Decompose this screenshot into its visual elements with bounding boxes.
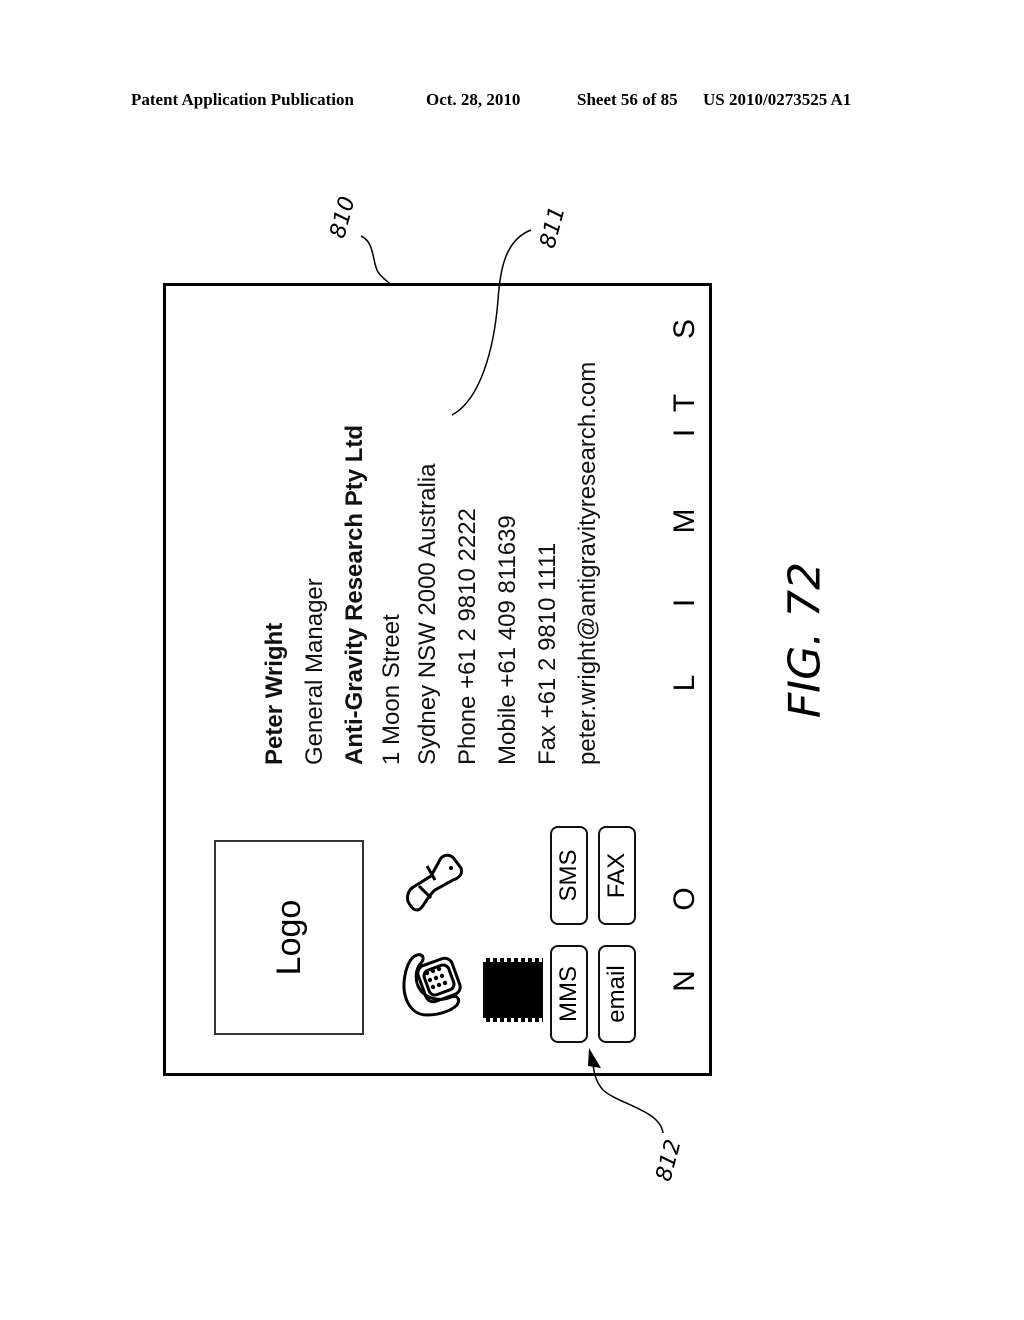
arrowhead-812	[588, 1048, 601, 1068]
figure-label: FIG. 72	[779, 561, 831, 719]
leader-810	[360, 235, 390, 284]
leader-811	[451, 229, 532, 416]
reference-leaders	[360, 229, 664, 1134]
leader-812	[592, 1059, 664, 1134]
